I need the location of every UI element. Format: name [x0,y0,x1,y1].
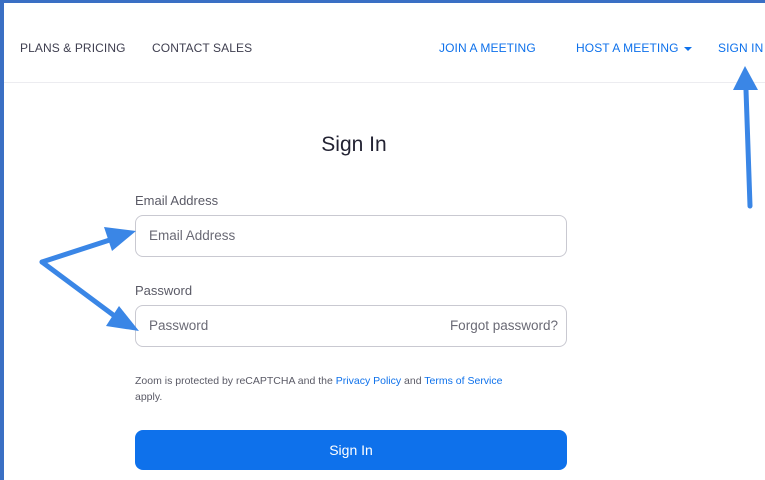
nav-join-meeting[interactable]: JOIN A MEETING [439,41,536,55]
nav-host-meeting[interactable]: HOST A MEETING [576,41,692,55]
password-placeholder: Password [149,318,209,333]
recaptcha-suffix: apply. [135,391,163,403]
browser-viewport: PLANS & PRICING CONTACT SALES JOIN A MEE… [0,0,765,480]
password-label: Password [135,283,193,298]
nav-host-meeting-label: HOST A MEETING [576,41,679,55]
top-navigation: PLANS & PRICING CONTACT SALES JOIN A MEE… [4,3,765,83]
email-placeholder: Email Address [149,228,236,243]
nav-sign-in[interactable]: SIGN IN [718,41,763,55]
email-label: Email Address [135,193,219,208]
privacy-policy-link[interactable]: Privacy Policy [336,375,401,387]
email-field[interactable]: Email Address [135,215,567,257]
caret-down-icon [683,46,692,51]
recaptcha-and: and [401,375,425,387]
password-field[interactable]: Password Forgot password? [135,305,567,347]
forgot-password-link[interactable]: Forgot password? [450,318,558,333]
nav-contact-sales[interactable]: CONTACT SALES [152,41,252,55]
recaptcha-notice: Zoom is protected by reCAPTCHA and the P… [135,373,575,405]
page-title: Sign In [321,133,387,156]
recaptcha-prefix: Zoom is protected by reCAPTCHA and the [135,375,336,387]
nav-plans-pricing[interactable]: PLANS & PRICING [20,41,126,55]
terms-of-service-link[interactable]: Terms of Service [424,375,502,387]
sign-in-button[interactable]: Sign In [135,430,567,470]
